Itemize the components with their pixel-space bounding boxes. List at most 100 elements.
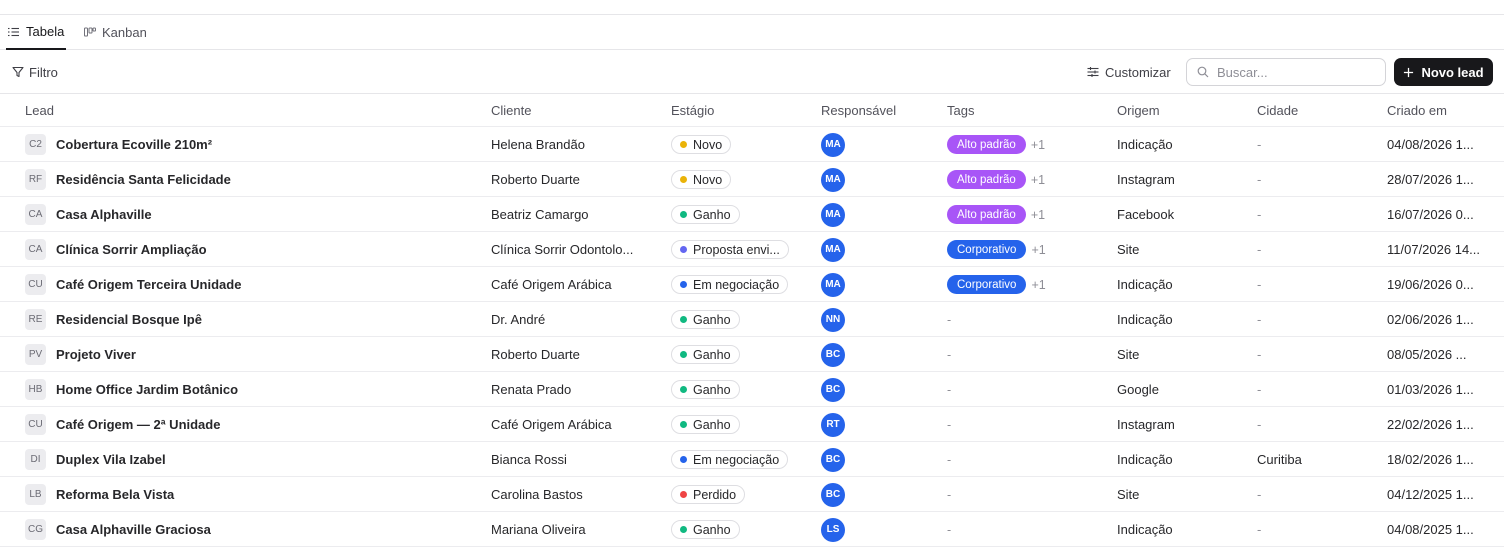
stage-badge[interactable]: Em negociação (671, 450, 789, 469)
table-row[interactable]: DI Duplex Vila Izabel Bianca Rossi Em negoc… (0, 442, 1504, 477)
stage-cell: Ganho (671, 512, 811, 547)
lead-name-link[interactable]: Reforma Bela Vista (56, 487, 174, 502)
client-name: Café Origem Arábica (491, 277, 612, 292)
tab-kanban[interactable]: Kanban (84, 15, 147, 50)
filter-button[interactable]: Filtro (12, 63, 58, 81)
lead-name-link[interactable]: Clínica Sorrir Ampliação (56, 242, 207, 257)
created-date: 16/07/2026 0... (1387, 207, 1474, 222)
avatar[interactable]: MA (821, 132, 845, 157)
stage-badge[interactable]: Ganho (671, 415, 740, 434)
table-row[interactable]: HB Home Office Jardim Botânico Renata Prad… (0, 372, 1504, 407)
stage-badge[interactable]: Novo (671, 135, 732, 154)
table-row[interactable]: RF Residência Santa Felicidade Roberto Dua… (0, 162, 1504, 197)
stage-dot (680, 211, 687, 218)
tags-cell: - (947, 442, 1107, 477)
stage-dot (680, 176, 687, 183)
stage-label: Ganho (693, 522, 731, 537)
avatar[interactable]: MA (821, 167, 845, 192)
owner-cell: LS (821, 512, 861, 547)
lead-name-link[interactable]: Projeto Viver (56, 347, 136, 362)
lead-name-link[interactable]: Residencial Bosque Ipê (56, 312, 202, 327)
lead-cell: PV Projeto Viver (25, 337, 465, 372)
more-tags-count[interactable]: +1 (1031, 278, 1045, 292)
avatar[interactable]: BC (821, 447, 845, 472)
lead-name-link[interactable]: Café Origem — 2ª Unidade (56, 417, 220, 432)
avatar[interactable]: MA (821, 237, 845, 262)
tags-cell: Alto padrão +1 (947, 127, 1107, 162)
stage-badge[interactable]: Ganho (671, 205, 740, 224)
tab-tabela[interactable]: Tabela (6, 15, 67, 50)
owner-cell: BC (821, 337, 861, 372)
stage-badge[interactable]: Perdido (671, 485, 746, 504)
new-lead-button[interactable]: Novo lead (1394, 58, 1493, 86)
avatar[interactable]: LS (821, 517, 845, 542)
table-row[interactable]: CA Casa Alphaville Beatriz Camargo Ganho MA A… (0, 197, 1504, 232)
avatar[interactable]: BC (821, 482, 845, 507)
tags-cell: Corporativo +1 (947, 232, 1107, 267)
origin-cell: Indicação (1117, 137, 1173, 152)
toolbar: Filtro Customizar Novo lead (0, 50, 1504, 94)
stage-badge[interactable]: Ganho (671, 380, 740, 399)
tags-cell: Corporativo +1 (947, 267, 1107, 302)
search-box (1186, 58, 1386, 86)
avatar[interactable]: NN (821, 307, 845, 332)
avatar[interactable]: MA (821, 272, 845, 297)
table-row[interactable]: CG Casa Alphaville Graciosa Mariana Olivei… (0, 512, 1504, 547)
lead-initials: CU (25, 414, 46, 435)
column-header-responsavel[interactable]: Responsável (821, 103, 896, 118)
column-header-cidade[interactable]: Cidade (1257, 103, 1298, 118)
stage-dot (680, 386, 687, 393)
tags-empty: - (947, 347, 952, 362)
stage-label: Em negociação (693, 452, 780, 467)
column-header-criado-em[interactable]: Criado em (1387, 103, 1447, 118)
avatar[interactable]: RT (821, 412, 845, 437)
lead-name-link[interactable]: Duplex Vila Izabel (56, 452, 166, 467)
city-cell: Curitiba (1257, 452, 1302, 467)
lead-name-link[interactable]: Residência Santa Felicidade (56, 172, 231, 187)
lead-name-link[interactable]: Casa Alphaville Graciosa (56, 522, 211, 537)
stage-badge[interactable]: Em negociação (671, 275, 789, 294)
column-header-lead[interactable]: Lead (25, 103, 54, 118)
avatar[interactable]: BC (821, 377, 845, 402)
origin-cell: Google (1117, 382, 1159, 397)
lead-name-link[interactable]: Home Office Jardim Botânico (56, 382, 238, 397)
stage-badge[interactable]: Ganho (671, 520, 740, 539)
lead-name-link[interactable]: Café Origem Terceira Unidade (56, 277, 241, 292)
lead-name-link[interactable]: Casa Alphaville (56, 207, 152, 222)
table-row[interactable]: C2 Cobertura Ecoville 210m² Helena Brandão… (0, 127, 1504, 162)
customize-button[interactable]: Customizar (1087, 63, 1171, 81)
stage-badge[interactable]: Ganho (671, 345, 740, 364)
column-header-cliente[interactable]: Cliente (491, 103, 531, 118)
table-row[interactable]: LB Reforma Bela Vista Carolina Bastos Perdi… (0, 477, 1504, 512)
more-tags-count[interactable]: +1 (1031, 243, 1045, 257)
owner-cell: BC (821, 372, 861, 407)
column-header-estagio[interactable]: Estágio (671, 103, 714, 118)
stage-dot (680, 421, 687, 428)
tags-empty: - (947, 382, 952, 397)
stage-badge[interactable]: Ganho (671, 310, 740, 329)
lead-name-link[interactable]: Cobertura Ecoville 210m² (56, 137, 212, 152)
table-row[interactable]: CU Café Origem Terceira Unidade Café Orige… (0, 267, 1504, 302)
table-row[interactable]: PV Projeto Viver Roberto Duarte Ganho BC - Sit… (0, 337, 1504, 372)
avatar[interactable]: BC (821, 342, 845, 367)
list-icon (8, 27, 19, 36)
more-tags-count[interactable]: +1 (1031, 208, 1045, 222)
more-tags-count[interactable]: +1 (1031, 138, 1045, 152)
stage-dot (680, 456, 687, 463)
more-tags-count[interactable]: +1 (1031, 173, 1045, 187)
table-row[interactable]: CU Café Origem — 2ª Unidade Café Origem Ar… (0, 407, 1504, 442)
client-cell: Helena Brandão (491, 127, 651, 162)
search-input[interactable] (1217, 64, 1377, 80)
table-row[interactable]: RE Residencial Bosque Ipê Dr. André Ganho NN… (0, 302, 1504, 337)
stage-dot (680, 491, 687, 498)
column-header-origem[interactable]: Origem (1117, 103, 1160, 118)
column-header-tags[interactable]: Tags (947, 103, 974, 118)
table-row[interactable]: CA Clínica Sorrir Ampliação Clínica Sorrir… (0, 232, 1504, 267)
stage-label: Ganho (693, 417, 731, 432)
tags-cell: - (947, 477, 1107, 512)
stage-badge[interactable]: Novo (671, 170, 732, 189)
stage-label: Ganho (693, 312, 731, 327)
owner-cell: BC (821, 442, 861, 477)
stage-badge[interactable]: Proposta envi... (671, 240, 789, 259)
avatar[interactable]: MA (821, 202, 845, 227)
